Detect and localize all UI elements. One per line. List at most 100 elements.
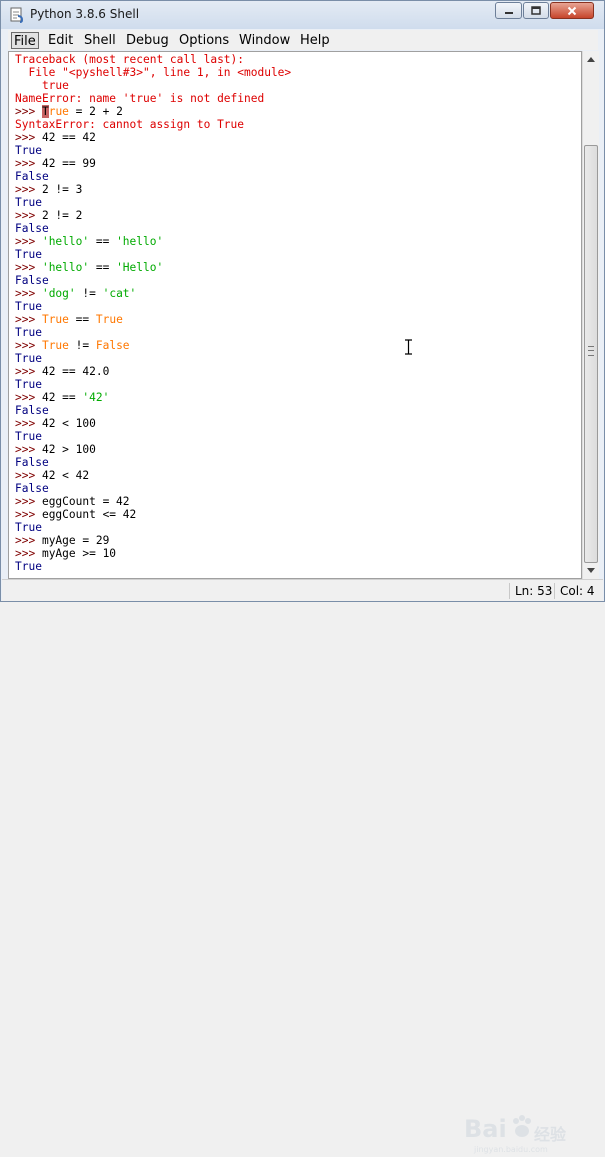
- shell-line: True: [15, 521, 291, 534]
- menu-edit[interactable]: Edit: [46, 32, 75, 49]
- shell-line: True: [15, 196, 291, 209]
- output-text: False: [15, 482, 49, 495]
- status-separator: [554, 583, 555, 599]
- grip-icon: [588, 346, 594, 356]
- menu-file[interactable]: File: [11, 32, 39, 49]
- output-text: False: [15, 274, 49, 287]
- paw-icon: [513, 1115, 531, 1137]
- menu-help[interactable]: Help: [298, 32, 332, 49]
- menu-debug[interactable]: Debug: [124, 32, 171, 49]
- keyword-text: True: [41, 339, 69, 352]
- close-icon: [567, 6, 577, 15]
- prompt-text: >>>: [15, 105, 42, 118]
- scroll-up-button[interactable]: [583, 51, 599, 68]
- output-text: False: [15, 170, 49, 183]
- shell-line: >>> 2 != 2: [15, 209, 291, 222]
- prompt-text: >>>: [15, 131, 42, 144]
- error-text: true: [15, 79, 69, 92]
- title-bar[interactable]: Python 3.8.6 Shell: [1, 1, 604, 29]
- input-text: 42 == 42: [41, 131, 96, 144]
- menu-window[interactable]: Window: [237, 32, 292, 49]
- shell-line: >>> 42 > 100: [15, 443, 291, 456]
- menu-options[interactable]: Options: [177, 32, 231, 49]
- prompt-text: >>>: [15, 313, 42, 326]
- input-text: = 2 + 2: [68, 105, 123, 118]
- string-literal: 'cat': [102, 287, 137, 300]
- prompt-text: >>>: [15, 235, 42, 248]
- input-text: 42 < 100: [41, 417, 96, 430]
- input-text: myAge = 29: [41, 534, 110, 547]
- output-text: True: [15, 196, 42, 209]
- arrow-down-icon: [587, 568, 595, 573]
- shell-line: False: [15, 222, 291, 235]
- error-text: Traceback (most recent call last):: [15, 53, 245, 66]
- input-text: !=: [75, 287, 103, 300]
- output-text: True: [15, 300, 42, 313]
- input-text: eggCount <= 42: [41, 508, 137, 521]
- prompt-text: >>>: [15, 183, 42, 196]
- watermark: Bai 经验 jingyan.baidu.com: [464, 1113, 594, 1157]
- shell-line: True: [15, 326, 291, 339]
- output-text: True: [15, 430, 42, 443]
- window-title: Python 3.8.6 Shell: [30, 7, 140, 21]
- input-text: eggCount = 42: [41, 495, 130, 508]
- input-text: 42 == 99: [41, 157, 96, 170]
- shell-line: >>> 42 == 42: [15, 131, 291, 144]
- input-text: 42 < 42: [41, 469, 90, 482]
- text-cursor-highlight: T: [41, 105, 49, 118]
- vertical-scrollbar[interactable]: [582, 51, 599, 579]
- idle-shell-window: Python 3.8.6 Shell File Edit Shell Debug…: [0, 0, 605, 1154]
- shell-line: >>> 2 != 3: [15, 183, 291, 196]
- input-text: 42 ==: [41, 391, 83, 404]
- shell-line: Traceback (most recent call last):: [15, 53, 291, 66]
- output-text: False: [15, 456, 49, 469]
- shell-text-area[interactable]: Traceback (most recent call last): File …: [8, 51, 582, 579]
- scroll-down-button[interactable]: [583, 562, 599, 579]
- prompt-text: >>>: [15, 547, 42, 560]
- maximize-button[interactable]: [523, 2, 549, 19]
- prompt-text: >>>: [15, 209, 42, 222]
- watermark-domain: jingyan.baidu.com: [474, 1145, 548, 1154]
- shell-line: File "<pyshell#3>", line 1, in <module>: [15, 66, 291, 79]
- shell-line: NameError: name 'true' is not defined: [15, 92, 291, 105]
- minimize-button[interactable]: [495, 2, 522, 19]
- string-literal: 'Hello': [116, 261, 164, 274]
- prompt-text: >>>: [15, 495, 42, 508]
- shell-line: False: [15, 482, 291, 495]
- output-text: True: [15, 326, 42, 339]
- shell-line: True: [15, 144, 291, 157]
- prompt-text: >>>: [15, 261, 42, 274]
- watermark-brand: Bai: [464, 1115, 507, 1143]
- status-separator: [509, 583, 510, 599]
- input-text: ==: [68, 313, 96, 326]
- string-literal: '42': [82, 391, 110, 404]
- prompt-text: >>>: [15, 443, 42, 456]
- shell-line: True: [15, 352, 291, 365]
- string-literal: 'hello': [116, 235, 164, 248]
- shell-line: >>> 42 < 42: [15, 469, 291, 482]
- shell-line: >>> True = 2 + 2: [15, 105, 291, 118]
- prompt-text: >>>: [15, 287, 42, 300]
- output-text: True: [15, 352, 42, 365]
- shell-line: False: [15, 404, 291, 417]
- input-text: 2 != 2: [41, 209, 83, 222]
- shell-line: >>> eggCount = 42: [15, 495, 291, 508]
- input-text: 2 != 3: [41, 183, 83, 196]
- shell-line: False: [15, 456, 291, 469]
- i-beam-cursor-icon: [405, 339, 412, 355]
- prompt-text: >>>: [15, 469, 42, 482]
- scrollbar-thumb[interactable]: [584, 145, 598, 563]
- prompt-text: >>>: [15, 157, 42, 170]
- status-bar: Bai 经验 jingyan.baidu.com Ln: 53 Col: 4: [2, 579, 603, 1154]
- prompt-text: >>>: [15, 365, 42, 378]
- keyword-text: False: [95, 339, 130, 352]
- output-text: True: [15, 560, 42, 573]
- status-line: Ln: 53: [515, 584, 553, 598]
- error-text: SyntaxError: cannot assign to True: [15, 118, 245, 131]
- menu-shell[interactable]: Shell: [82, 32, 118, 49]
- shell-line: >>> True == True: [15, 313, 291, 326]
- input-text: ==: [89, 235, 117, 248]
- shell-line: SyntaxError: cannot assign to True: [15, 118, 291, 131]
- close-button[interactable]: [550, 2, 594, 19]
- shell-line: >>> 'hello' == 'Hello': [15, 261, 291, 274]
